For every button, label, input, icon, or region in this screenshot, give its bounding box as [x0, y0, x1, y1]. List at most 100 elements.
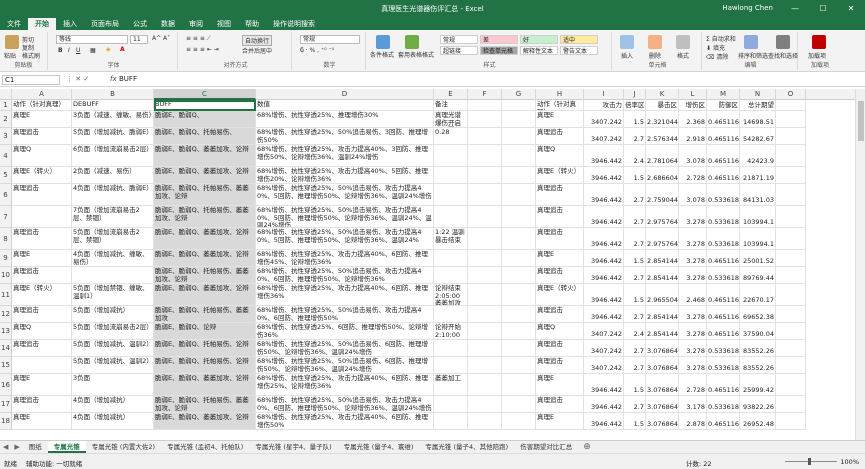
cell-J14[interactable]: 2.7	[624, 340, 646, 357]
cell-G14[interactable]	[502, 340, 536, 357]
cell-F17[interactable]	[468, 396, 502, 413]
cell-I6[interactable]: 3946.442	[584, 184, 624, 206]
cell-D14[interactable]: 68%增伤、抗性穿透25%、50%追击易伤、6回防、推理增伤50%、论辩增伤36…	[256, 340, 434, 357]
cell-D16[interactable]: 68%增伤、抗性穿透25%、攻击力提高40%、6回防、推理增伤25%、论辩增伤3…	[256, 374, 434, 396]
column-header[interactable]: N	[740, 89, 776, 100]
cell-O9[interactable]	[776, 250, 806, 267]
cell-I3[interactable]: 3407.242	[584, 128, 624, 145]
cell-D18[interactable]: 68%增伤、抗性穿透25%、攻击力提高40%、6回防、推理增伤50%	[256, 413, 434, 430]
column-header[interactable]: K	[646, 89, 679, 100]
sheet-tab-1[interactable]: 专属光锥	[47, 441, 86, 453]
cell-I18[interactable]: 3946.442	[584, 413, 624, 430]
cell-G12[interactable]	[502, 306, 536, 323]
cell-F7[interactable]	[468, 206, 502, 228]
cell-H18[interactable]: 真理E	[536, 413, 584, 430]
cell-B15[interactable]: 5负面（增加减抗、温驯2）	[72, 357, 154, 374]
cell-O2[interactable]	[776, 111, 806, 128]
cell-E2[interactable]: 真理光谱爆伤开启全程覆盖	[434, 111, 468, 128]
addins-icon[interactable]	[812, 35, 826, 49]
cell-H14[interactable]: 真理追击	[536, 340, 584, 357]
cell-N5[interactable]: 21871.19	[740, 167, 776, 184]
cell-G5[interactable]	[502, 167, 536, 184]
cell-G9[interactable]	[502, 250, 536, 267]
tab-1[interactable]: 开始	[28, 18, 56, 30]
cell-E18[interactable]	[434, 413, 468, 430]
cell-J12[interactable]: 2.7	[624, 306, 646, 323]
cell-E11[interactable]: 论辩结束2:05:00 萎萎加攻结束	[434, 284, 468, 306]
cell-K14[interactable]: 3.076864	[646, 340, 679, 357]
find-select-button[interactable]: 查找和选择	[768, 51, 798, 60]
cell-O7[interactable]	[776, 206, 806, 228]
insert-cells-icon[interactable]	[620, 35, 634, 49]
row-header[interactable]: 11	[0, 284, 12, 306]
cell-M18[interactable]: 0.465116	[707, 413, 740, 430]
cell-E10[interactable]	[434, 267, 468, 284]
cell-F6[interactable]	[468, 184, 502, 206]
cell-M14[interactable]: 0.533618	[707, 340, 740, 357]
cell-M15[interactable]: 0.533618	[707, 357, 740, 374]
cell-K7[interactable]: 2.975764	[646, 206, 679, 228]
sort-filter-button[interactable]: 排序和筛选	[738, 51, 768, 60]
cell-H7[interactable]: 真理追击	[536, 206, 584, 228]
cell-C3[interactable]: 脆弱E、脆弱Q、托帕易伤、	[154, 128, 256, 145]
cell-F12[interactable]	[468, 306, 502, 323]
cell-B4[interactable]: 6负面（增加流崩易击2层）	[72, 145, 154, 167]
cell-E12[interactable]	[434, 306, 468, 323]
italic-icon[interactable]: I	[68, 47, 70, 54]
row-header[interactable]: 10	[0, 267, 12, 284]
cell-E17[interactable]	[434, 396, 468, 413]
cell-H3[interactable]: 真理追击	[536, 128, 584, 145]
cell-A1[interactable]: 动作（针对真理）	[12, 100, 72, 111]
minimize-icon[interactable]: —	[781, 0, 809, 17]
row-header[interactable]: 4	[0, 145, 12, 167]
sheet-tab-3[interactable]: 专属光锥 (孟初4、托帕队)	[161, 441, 249, 453]
cell-E1[interactable]: 备注	[434, 100, 468, 111]
cell-C15[interactable]: 脆弱E、脆弱Q、托帕易伤、论辩	[154, 357, 256, 374]
cell-K2[interactable]: 2.321044	[646, 111, 679, 128]
tab-8[interactable]: 帮助	[238, 18, 266, 30]
cell-D5[interactable]: 68%增伤、抗性穿透25%、攻击力提高40%、5回防、推理增伤20%、论辩增伤3…	[256, 167, 434, 184]
cell-F1[interactable]	[468, 100, 502, 111]
cell-style-3[interactable]: 适中	[560, 35, 598, 44]
cell-L3[interactable]: 2.918	[679, 128, 707, 145]
font-color-icon[interactable]: A	[120, 46, 125, 53]
cell-M5[interactable]: 0.465116	[707, 167, 740, 184]
cell-J13[interactable]: 2.4	[624, 323, 646, 340]
cell-A6[interactable]: 真理追击	[12, 184, 72, 206]
sheet-tab-2[interactable]: 专属光锥 (内置大佐2)	[86, 441, 161, 453]
row-header[interactable]: 17	[0, 396, 12, 413]
cell-F5[interactable]	[468, 167, 502, 184]
cell-K15[interactable]: 3.076864	[646, 357, 679, 374]
spreadsheet-grid[interactable]: ABCDEFGHIJKLMNO 1 2 3 4 5 6 7 8 9 10 11 12 13 14 15 16 1…	[0, 89, 855, 440]
cell-C11[interactable]: 脆弱E、脆弱Q、萎萎加攻、论辩	[154, 284, 256, 306]
cell-E14[interactable]	[434, 340, 468, 357]
cell-B6[interactable]: 4负面（增加减抗、脆弱E）	[72, 184, 154, 206]
cell-N17[interactable]: 93822.26	[740, 396, 776, 413]
cell-M2[interactable]: 0.465116	[707, 111, 740, 128]
cell-A15[interactable]	[12, 357, 72, 374]
cell-style-7[interactable]: 警告文本	[560, 46, 598, 55]
row-header[interactable]: 13	[0, 323, 12, 340]
insert-button[interactable]: 插入	[621, 51, 633, 60]
cell-B13[interactable]: 5负面（增加流崩易击2层）	[72, 323, 154, 340]
cell-J18[interactable]: 1.5	[624, 413, 646, 430]
cell-I14[interactable]: 3407.242	[584, 340, 624, 357]
cell-O16[interactable]	[776, 374, 806, 396]
cell-F14[interactable]	[468, 340, 502, 357]
underline-icon[interactable]: U	[76, 47, 80, 54]
cell-O3[interactable]	[776, 128, 806, 145]
cell-O15[interactable]	[776, 357, 806, 374]
cell-H4[interactable]: 真理Q	[536, 145, 584, 167]
cell-K13[interactable]: 2.854144	[646, 323, 679, 340]
column-header[interactable]: I	[584, 89, 624, 100]
cell-L14[interactable]: 3.278	[679, 340, 707, 357]
cell-N12[interactable]: 69652.38	[740, 306, 776, 323]
cell-O6[interactable]	[776, 184, 806, 206]
cell-B9[interactable]: 4负面（增加减抗、缠敏、易伤）	[72, 250, 154, 267]
cell-C5[interactable]: 脆弱E、脆弱Q、萎萎加攻、论辩	[154, 167, 256, 184]
font-size-combo[interactable]: 11	[130, 35, 148, 44]
row-header[interactable]: 7	[0, 206, 12, 228]
cell-O10[interactable]	[776, 267, 806, 284]
sheet-tab-0[interactable]: 图纸	[23, 441, 48, 453]
cell-H8[interactable]: 真理追击	[536, 228, 584, 250]
